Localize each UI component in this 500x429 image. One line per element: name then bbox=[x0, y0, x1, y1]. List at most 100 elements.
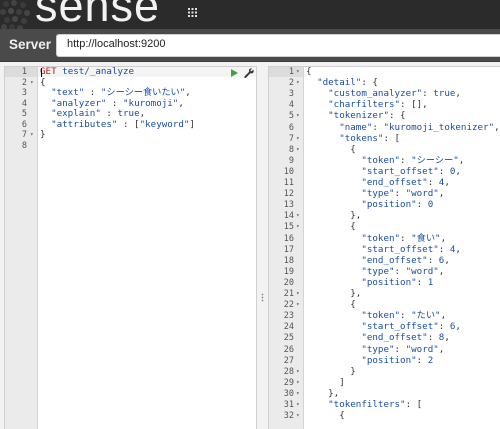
code-text: } bbox=[306, 366, 356, 378]
fold-toggle-icon[interactable]: ▾ bbox=[296, 67, 300, 78]
code-token: "keyword" bbox=[139, 118, 190, 130]
play-icon[interactable] bbox=[231, 69, 238, 77]
code-line[interactable]: 18 "end_offset": 6, bbox=[269, 254, 500, 267]
fold-toggle-icon[interactable]: ▾ bbox=[296, 111, 300, 122]
code-line[interactable]: 26 "type": "word", bbox=[269, 343, 500, 356]
code-token: "charfilters" bbox=[306, 99, 401, 111]
response-viewer[interactable]: 1 ▾{2 ▾ "detail": {3 "custom_analyzer": tr… bbox=[268, 66, 500, 429]
code-line[interactable]: 27 "position": 2 bbox=[269, 354, 500, 367]
request-editor[interactable]: 1 GET test/_analyze 2 ▾{3 "text" : "シーシー食いた… bbox=[4, 66, 257, 429]
fold-toggle-icon[interactable]: ▾ bbox=[30, 78, 34, 89]
fold-toggle-icon[interactable]: ▾ bbox=[296, 222, 300, 233]
fold-toggle-icon[interactable]: ▾ bbox=[296, 411, 300, 422]
code-text: "tokens": [ bbox=[306, 132, 400, 145]
fold-toggle-icon[interactable]: ▾ bbox=[296, 78, 300, 89]
code-line[interactable]: 11 "end_offset": 4, bbox=[269, 177, 500, 189]
code-token: "tokens" bbox=[306, 132, 384, 144]
code-line[interactable]: 6 "name": "kuromoji_tokenizer", bbox=[269, 121, 500, 134]
fold-toggle-icon[interactable]: ▾ bbox=[296, 289, 300, 300]
line-number: 4 bbox=[288, 100, 294, 111]
fold-toggle-icon[interactable]: ▾ bbox=[296, 367, 300, 378]
app-logo[interactable]: sense bbox=[35, 0, 160, 28]
code-line[interactable]: 19 "type": "word", bbox=[269, 266, 500, 278]
code-line[interactable]: 7 ▾} bbox=[5, 129, 256, 141]
pane-resizer[interactable] bbox=[257, 66, 268, 429]
line-number: 8 bbox=[288, 144, 294, 155]
code-line[interactable]: 5 ▾ "tokenizer": { bbox=[269, 111, 500, 122]
fold-toggle-icon[interactable]: ▾ bbox=[296, 400, 300, 411]
code-line[interactable]: 8 bbox=[5, 141, 256, 152]
code-line[interactable]: 7 ▾ "tokens": [ bbox=[269, 132, 500, 145]
code-token: : bbox=[427, 254, 439, 266]
fold-toggle-icon[interactable]: ▾ bbox=[30, 130, 34, 141]
line-number: 17 bbox=[283, 244, 294, 255]
fold-toggle-icon[interactable]: ▾ bbox=[296, 378, 300, 389]
fold-toggle-icon[interactable]: ▾ bbox=[296, 389, 300, 400]
code-line[interactable]: 13 "position": 0 bbox=[269, 199, 500, 211]
code-token: "start_offset" bbox=[306, 321, 439, 333]
server-url-input[interactable]: http://localhost:9200 bbox=[56, 34, 500, 57]
code-token: : bbox=[416, 354, 428, 366]
code-token: true bbox=[433, 88, 456, 100]
code-token: 0 bbox=[427, 199, 434, 211]
workspace: 1 GET test/_analyze 2 ▾{3 "text" : "シーシー食いた… bbox=[0, 62, 500, 429]
code-token: , bbox=[444, 177, 450, 188]
code-line[interactable]: 20 "position": 1 bbox=[269, 277, 500, 289]
code-line[interactable]: 31 ▾ "tokenfilters": [ bbox=[269, 399, 500, 411]
code-line[interactable]: 3 "custom_analyzer": true, bbox=[269, 88, 500, 100]
code-token: , bbox=[444, 332, 450, 344]
code-token: "analyzer" bbox=[40, 97, 107, 109]
code-line[interactable]: 8 ▾ { bbox=[269, 144, 500, 156]
code-text: { bbox=[306, 144, 356, 156]
fold-toggle-icon[interactable]: ▾ bbox=[296, 211, 300, 222]
server-bar: Server http://localhost:9200 bbox=[0, 29, 500, 62]
code-token: "word" bbox=[405, 188, 439, 200]
code-token: }, bbox=[306, 387, 340, 399]
code-line[interactable]: 22 ▾ { bbox=[269, 299, 500, 311]
code-line[interactable]: 10 "start_offset": 0, bbox=[269, 166, 500, 178]
top-bar: sense bbox=[0, 0, 500, 29]
code-line[interactable]: 9 "token": "シーシー", bbox=[269, 154, 500, 167]
code-token: "attributes" bbox=[40, 118, 118, 130]
code-line[interactable]: 24 "start_offset": 6, bbox=[269, 322, 500, 333]
wrench-icon[interactable] bbox=[244, 68, 254, 78]
code-line[interactable]: 28 ▾ } bbox=[269, 366, 500, 378]
code-token: , bbox=[458, 154, 465, 166]
code-token: : { bbox=[361, 77, 378, 89]
line-number: 6 bbox=[288, 122, 294, 133]
code-line[interactable]: 29 ▾ ] bbox=[269, 377, 500, 389]
fold-toggle-icon[interactable]: ▾ bbox=[296, 134, 300, 145]
code-line[interactable]: 2 ▾ "detail": { bbox=[269, 77, 500, 89]
line-number: 19 bbox=[283, 266, 294, 277]
code-token: : bbox=[84, 87, 101, 98]
code-line[interactable]: 16 "token": "食い", bbox=[269, 233, 500, 245]
code-text: { bbox=[306, 67, 312, 78]
code-token: : bbox=[394, 188, 406, 200]
code-line[interactable]: 32 ▾ { bbox=[269, 410, 500, 422]
code-line[interactable]: 21 ▾ }, bbox=[269, 288, 500, 300]
line-number: 9 bbox=[288, 155, 294, 166]
code-line[interactable]: 30 ▾ }, bbox=[269, 387, 500, 400]
code-text: "position": 1 bbox=[306, 277, 433, 289]
code-token: , bbox=[455, 321, 461, 333]
code-line[interactable]: 25 "end_offset": 8, bbox=[269, 333, 500, 344]
grid-icon[interactable] bbox=[188, 8, 197, 17]
code-token: GET bbox=[40, 66, 57, 77]
code-line[interactable]: 12 "type": "word", bbox=[269, 188, 500, 200]
drag-handle-icon[interactable] bbox=[261, 293, 264, 302]
fold-toggle-icon[interactable]: ▾ bbox=[296, 145, 300, 156]
line-number: 5 bbox=[288, 111, 294, 122]
code-line[interactable]: 23 "token": "たい", bbox=[269, 310, 500, 322]
server-label: Server bbox=[9, 37, 52, 52]
line-number: 24 bbox=[283, 322, 294, 333]
code-token: , bbox=[185, 87, 191, 98]
code-line[interactable]: 17 "start_offset": 4, bbox=[269, 244, 500, 256]
code-token: , bbox=[438, 188, 445, 200]
fold-toggle-icon[interactable]: ▾ bbox=[296, 300, 300, 311]
code-token: , bbox=[494, 121, 500, 133]
code-token: : bbox=[394, 343, 406, 355]
code-line[interactable]: 4 "charfilters": [], bbox=[269, 100, 500, 111]
code-line[interactable]: 14 ▾ }, bbox=[269, 211, 500, 222]
code-line[interactable]: 1 ▾ { bbox=[269, 67, 500, 78]
code-line[interactable]: 15 ▾ { bbox=[269, 222, 500, 233]
